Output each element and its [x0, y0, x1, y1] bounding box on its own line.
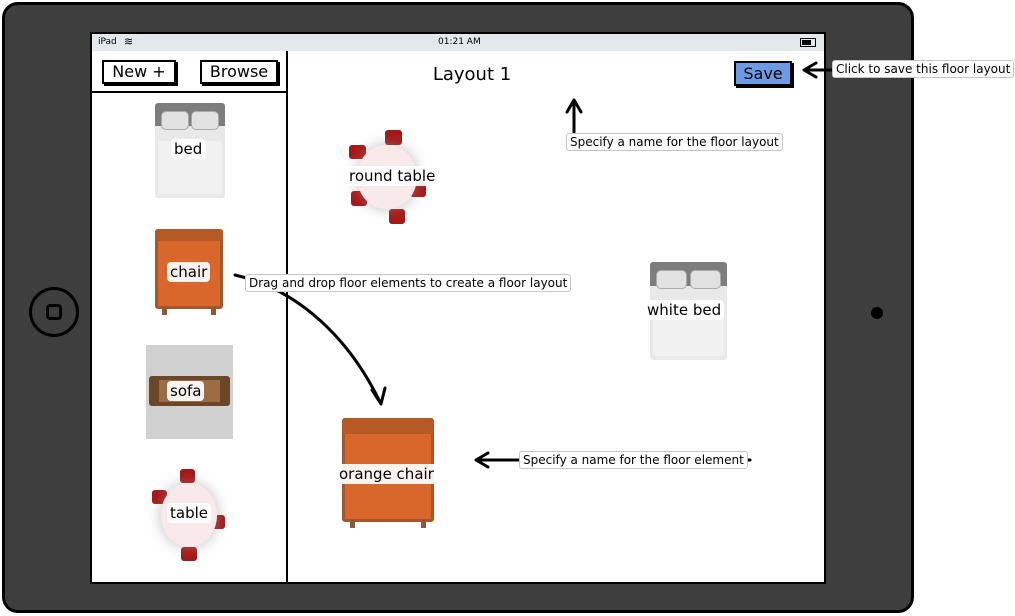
new-button[interactable]: New +	[102, 60, 176, 84]
canvas-item-white-bed[interactable]: white bed	[644, 262, 727, 360]
save-annotation: Click to save this floor layout	[832, 60, 1015, 78]
canvas-item-label[interactable]: white bed	[644, 300, 725, 320]
palette-item-chair[interactable]: chair	[155, 229, 223, 315]
palette-item-label: sofa	[167, 381, 205, 401]
palette-item-label: chair	[167, 262, 211, 282]
home-button[interactable]	[29, 287, 79, 337]
palette-item-table[interactable]: table	[150, 469, 228, 561]
canvas-item-label[interactable]: round table	[346, 166, 439, 186]
carrier-label: iPad	[98, 37, 117, 47]
element-name-annotation: Specify a name for the floor element	[519, 451, 748, 469]
drag-drop-annotation: Drag and drop floor elements to create a…	[245, 274, 572, 292]
canvas-item-label[interactable]: orange chair	[336, 464, 437, 484]
canvas-item-round-table[interactable]: round table	[346, 130, 439, 224]
status-bar: iPad ≋ 01:21 AM	[92, 34, 824, 51]
browse-button[interactable]: Browse	[200, 60, 278, 84]
element-palette: New + Browse bed chair sofa table	[92, 51, 288, 582]
battery-icon	[800, 38, 816, 47]
palette-toolbar: New + Browse	[92, 51, 286, 93]
save-button[interactable]: Save	[734, 61, 792, 86]
camera-dot	[871, 307, 883, 319]
app-screen: iPad ≋ 01:21 AM New + Browse bed chair s…	[90, 32, 826, 584]
wifi-icon: ≋	[124, 35, 134, 48]
palette-item-label: bed	[171, 139, 206, 159]
layout-name-annotation: Specify a name for the floor layout	[566, 133, 783, 151]
canvas-item-orange-chair[interactable]: orange chair	[336, 418, 437, 528]
palette-item-label: table	[167, 503, 211, 523]
palette-item-bed[interactable]: bed	[155, 103, 225, 198]
palette-item-sofa[interactable]: sofa	[146, 345, 233, 439]
clock: 01:21 AM	[438, 37, 481, 47]
layout-name-field[interactable]: Layout 1	[392, 64, 552, 85]
